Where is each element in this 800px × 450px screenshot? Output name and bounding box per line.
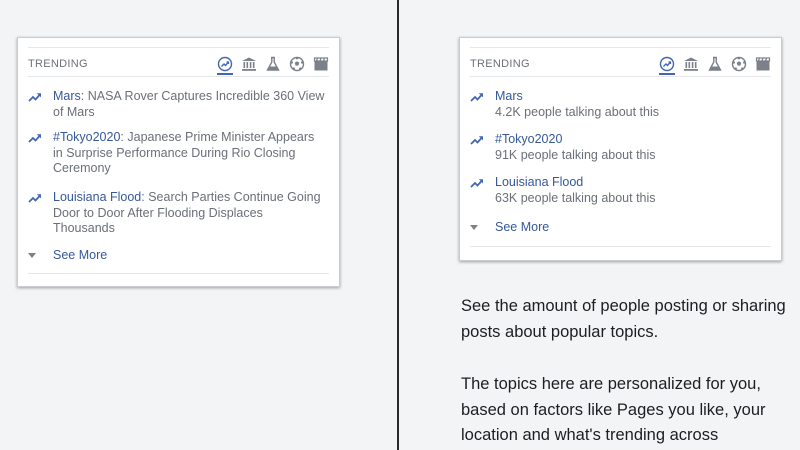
talking-count: 4.2K people talking about this bbox=[495, 104, 660, 119]
trending-item-text: Mars: NASA Rover Captures Incredible 360… bbox=[53, 89, 327, 120]
trending-topic[interactable]: #Tokyo2020 bbox=[53, 130, 120, 144]
trending-title: TRENDING bbox=[470, 58, 530, 70]
divider bbox=[28, 47, 329, 48]
explanation-text: The topics here are personalized for you… bbox=[461, 375, 766, 444]
category-tabs bbox=[651, 56, 771, 76]
trending-arrow-icon bbox=[470, 179, 483, 188]
explanation-text: See the amount of people posting or shar… bbox=[461, 297, 786, 341]
divider bbox=[470, 47, 771, 48]
trending-topic[interactable]: Mars bbox=[495, 89, 523, 103]
trending-topic[interactable]: Mars bbox=[53, 89, 81, 103]
trending-header: TRENDING bbox=[28, 56, 329, 76]
divider bbox=[470, 246, 771, 247]
politics-icon[interactable] bbox=[683, 56, 699, 72]
trending-topic[interactable]: #Tokyo2020 bbox=[495, 132, 562, 146]
see-more-label: See More bbox=[495, 220, 550, 234]
trending-topic[interactable]: Louisiana Flood bbox=[53, 190, 141, 204]
sports-icon[interactable] bbox=[289, 56, 305, 72]
trending-icon[interactable] bbox=[659, 56, 675, 75]
chevron-down-icon bbox=[470, 225, 478, 230]
trending-card-headlines: TRENDING Mars: NASA Rover Captures Incre… bbox=[17, 37, 340, 287]
trending-topic[interactable]: Louisiana Flood bbox=[495, 175, 583, 189]
sports-icon[interactable] bbox=[731, 56, 747, 72]
entertainment-icon[interactable] bbox=[755, 56, 771, 72]
trending-arrow-icon bbox=[28, 134, 41, 143]
trending-item-text: Louisiana Flood 63K people talking about… bbox=[495, 175, 769, 206]
politics-icon[interactable] bbox=[241, 56, 257, 72]
entertainment-icon[interactable] bbox=[313, 56, 329, 72]
left-pane: TRENDING Mars: NASA Rover Captures Incre… bbox=[0, 0, 397, 450]
trending-icon[interactable] bbox=[217, 56, 233, 75]
trending-item-text: Louisiana Flood: Search Parties Continue… bbox=[53, 190, 327, 237]
trending-arrow-icon bbox=[470, 136, 483, 145]
divider bbox=[28, 273, 329, 274]
science-icon[interactable] bbox=[707, 56, 723, 72]
trending-card-counts: TRENDING Mars 4.2K people talking about … bbox=[459, 37, 782, 261]
science-icon[interactable] bbox=[265, 56, 281, 72]
chevron-down-icon bbox=[28, 253, 36, 258]
talking-count: 91K people talking about this bbox=[495, 147, 656, 162]
trending-arrow-icon bbox=[28, 93, 41, 102]
see-more-label: See More bbox=[53, 248, 108, 262]
right-pane: TRENDING Mars 4.2K people talking about … bbox=[399, 0, 800, 450]
divider bbox=[470, 76, 771, 77]
divider bbox=[28, 76, 329, 77]
trending-title: TRENDING bbox=[28, 58, 88, 70]
trending-item-text: #Tokyo2020 91K people talking about this bbox=[495, 132, 769, 163]
trending-header: TRENDING bbox=[470, 56, 771, 76]
talking-count: 63K people talking about this bbox=[495, 190, 656, 205]
trending-item-text: #Tokyo2020: Japanese Prime Minister Appe… bbox=[53, 130, 327, 177]
trending-headline: NASA Rover Captures Incredible 360 View … bbox=[53, 89, 325, 119]
separator: : bbox=[80, 89, 88, 103]
trending-arrow-icon bbox=[28, 194, 41, 203]
category-tabs bbox=[209, 56, 329, 76]
trending-item-text: Mars 4.2K people talking about this bbox=[495, 89, 769, 120]
trending-arrow-icon bbox=[470, 93, 483, 102]
